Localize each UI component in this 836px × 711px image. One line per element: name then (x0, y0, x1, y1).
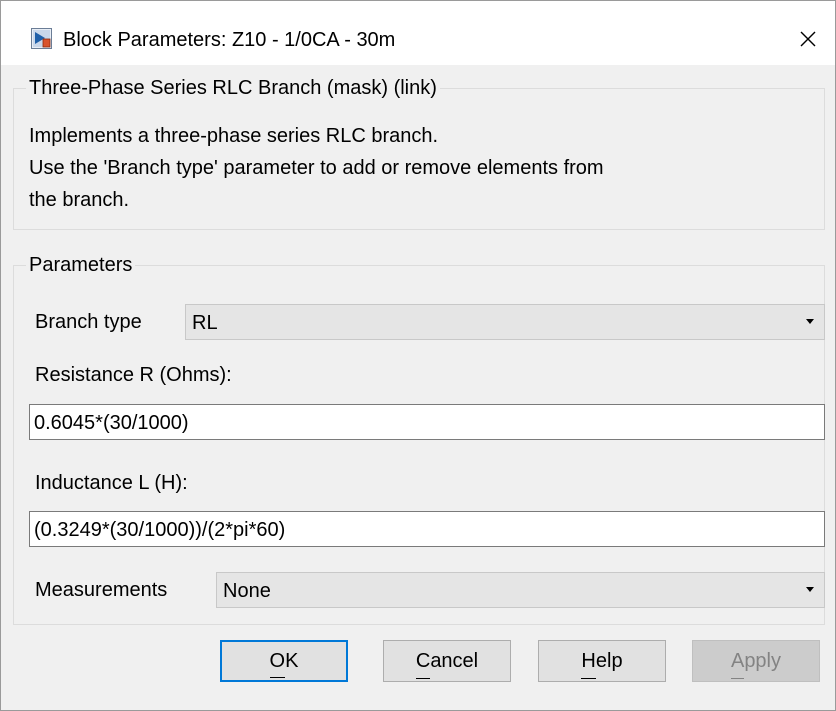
branch-type-dropdown[interactable]: RL (185, 304, 825, 340)
measurements-dropdown[interactable]: None (216, 572, 825, 608)
measurements-value: None (223, 580, 271, 602)
chevron-down-icon (806, 587, 814, 592)
parameters-legend: Parameters (26, 253, 136, 277)
branch-type-label: Branch type (35, 311, 142, 333)
description-line: the branch. (29, 189, 130, 211)
description-line: Use the 'Branch type' parameter to add o… (29, 157, 604, 179)
apply-label-rest: pply (744, 650, 782, 672)
resistance-label: Resistance R (Ohms): (35, 364, 232, 386)
cancel-label-rest: ancel (430, 650, 479, 672)
help-label-rest: elp (595, 650, 623, 672)
resistance-value: 0.6045*(30/1000) (34, 412, 189, 434)
ok-mnemonic: O (269, 642, 285, 680)
branch-type-value: RL (192, 312, 218, 334)
cancel-mnemonic: C (415, 641, 431, 681)
measurements-label: Measurements (35, 579, 168, 601)
window-title: Block Parameters: Z10 - 1/0CA - 30m (63, 29, 396, 51)
help-mnemonic: H (581, 641, 597, 681)
cancel-button[interactable]: Cancel (383, 640, 511, 682)
help-button[interactable]: Help (538, 640, 666, 682)
ok-label-rest: K (285, 650, 299, 672)
block-type-legend: Three-Phase Series RLC Branch (mask) (li… (26, 76, 440, 100)
apply-button[interactable]: Apply (692, 640, 820, 682)
description-line: Implements a three-phase series RLC bran… (29, 125, 439, 147)
apply-mnemonic: A (730, 641, 745, 681)
chevron-down-icon (806, 319, 814, 324)
simulink-block-icon (31, 28, 52, 49)
close-icon[interactable] (791, 23, 825, 55)
inductance-input[interactable]: (0.3249*(30/1000))/(2*pi*60) (29, 511, 825, 547)
ok-button[interactable]: OK (220, 640, 348, 682)
resistance-input[interactable]: 0.6045*(30/1000) (29, 404, 825, 440)
title-bar[interactable]: Block Parameters: Z10 - 1/0CA - 30m (1, 1, 835, 65)
inductance-value: (0.3249*(30/1000))/(2*pi*60) (34, 519, 286, 541)
block-parameters-dialog: Block Parameters: Z10 - 1/0CA - 30m Thre… (0, 0, 836, 711)
inductance-label: Inductance L (H): (35, 472, 188, 494)
